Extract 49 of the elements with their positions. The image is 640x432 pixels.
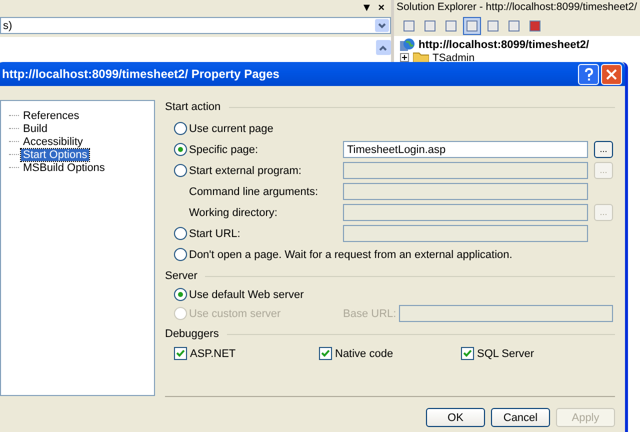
- checkbox[interactable]: [174, 347, 187, 360]
- radio-label[interactable]: Start URL:: [189, 228, 240, 240]
- radio-label[interactable]: Use current page: [189, 122, 274, 134]
- radio-button[interactable]: [174, 248, 187, 261]
- radio-button[interactable]: [174, 288, 187, 301]
- pane-title: Solution Explorer - http://localhost:8099/timesheet2/: [396, 0, 638, 15]
- radio-label[interactable]: Start external program:: [189, 164, 302, 176]
- dropdown-glyph[interactable]: ▼: [361, 2, 372, 14]
- checkbox[interactable]: [461, 347, 474, 360]
- check-icon: [321, 349, 330, 358]
- radio-label[interactable]: Specific page:: [189, 144, 258, 156]
- tree-item[interactable]: MSBuild Options: [21, 162, 107, 174]
- dialog-button[interactable]: OK: [426, 408, 485, 427]
- checkbox[interactable]: [319, 347, 332, 360]
- field-label: Command line arguments:: [188, 186, 318, 198]
- radio-label[interactable]: Don't open a page. Wait for a request from an external application.: [189, 248, 512, 260]
- combo-box[interactable]: s): [0, 17, 391, 34]
- section-heading: Debuggers: [165, 328, 219, 340]
- tree-item[interactable]: Accessibility: [21, 136, 85, 148]
- section-heading: Start action: [165, 101, 221, 113]
- radio-button[interactable]: [174, 227, 187, 240]
- radio-button[interactable]: [174, 122, 187, 135]
- tree-item[interactable]: Build: [21, 122, 50, 134]
- check-icon: [176, 349, 185, 358]
- check-icon: [463, 349, 472, 358]
- field-label: Working directory:: [188, 206, 278, 218]
- radio-label[interactable]: Use default Web server: [189, 288, 304, 300]
- tree-item[interactable]: Start Options: [21, 148, 90, 160]
- close-glyph[interactable]: ×: [378, 2, 385, 14]
- tree-item[interactable]: http://localhost:8099/timesheet2/: [418, 38, 590, 50]
- tree-item[interactable]: References: [21, 110, 82, 122]
- scroll-up-icon[interactable]: [376, 40, 391, 55]
- expand-icon[interactable]: [400, 53, 409, 62]
- browse-button[interactable]: ...: [594, 141, 613, 158]
- window-title: http://localhost:8099/timesheet2/ Property Pages: [2, 67, 280, 81]
- text-field[interactable]: [399, 305, 613, 322]
- close-icon[interactable]: [601, 64, 622, 84]
- tree-item[interactable]: TSadmin: [432, 52, 475, 64]
- radio-button[interactable]: [174, 164, 187, 177]
- text-field[interactable]: TimesheetLogin.asp: [343, 141, 588, 158]
- checkbox-label[interactable]: ASP.NET: [190, 348, 236, 360]
- field-label: Base URL:: [343, 308, 398, 320]
- radio-button[interactable]: [174, 143, 187, 156]
- checkbox-label[interactable]: Native code: [335, 348, 394, 360]
- chevron-down-icon[interactable]: [374, 19, 389, 32]
- help-icon[interactable]: [578, 64, 599, 84]
- dialog-button[interactable]: Cancel: [491, 408, 550, 427]
- section-heading: Server: [165, 270, 198, 282]
- checkbox-label[interactable]: SQL Server: [477, 348, 534, 360]
